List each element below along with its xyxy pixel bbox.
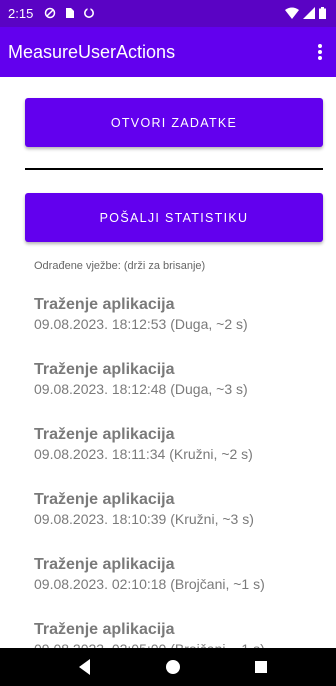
list-item[interactable]: Traženje aplikacija 09.08.2023. 18:12:53…: [34, 295, 324, 360]
list-item[interactable]: Traženje aplikacija 09.08.2023. 18:12:48…: [34, 360, 324, 425]
completed-exercises-hint: Odrađene vježbe: (drži za brisanje): [34, 260, 206, 272]
item-title: Traženje aplikacija: [34, 621, 175, 638]
open-tasks-button[interactable]: OTVORI ZADATKE: [25, 98, 323, 147]
sim-card-icon: [66, 8, 74, 18]
item-detail: 09.08.2023. 18:10:39 (Kružni, ~3 s): [34, 511, 254, 527]
app-bar: MeasureUserActions: [0, 27, 336, 77]
list-item[interactable]: Traženje aplikacija 09.08.2023. 18:10:39…: [34, 490, 324, 555]
item-detail: 09.08.2023. 18:11:34 (Kružni, ~2 s): [34, 446, 253, 462]
status-icons-right: [285, 6, 326, 20]
overflow-menu-button[interactable]: [308, 40, 332, 64]
item-title: Traženje aplikacija: [34, 361, 175, 378]
list-item[interactable]: Traženje aplikacija 09.08.2023. 02:10:18…: [34, 555, 324, 620]
status-time: 2:15: [8, 6, 34, 21]
item-title: Traženje aplikacija: [34, 296, 175, 313]
list-item[interactable]: Traženje aplikacija 09.08.2023. 18:11:34…: [34, 425, 324, 490]
item-detail: 09.08.2023. 18:12:48 (Duga, ~3 s): [34, 381, 248, 397]
recents-icon[interactable]: [251, 658, 271, 676]
item-title: Traženje aplikacija: [34, 491, 175, 508]
back-icon[interactable]: [75, 658, 95, 676]
wifi-icon: [285, 7, 299, 19]
divider: [25, 168, 323, 170]
status-bar: 2:15: [0, 0, 336, 27]
navigation-bar: [0, 648, 336, 686]
sync-icon: [84, 7, 94, 18]
item-detail: 09.08.2023. 18:12:53 (Duga, ~2 s): [34, 316, 248, 332]
status-icons-left: [44, 6, 95, 20]
app-title: MeasureUserActions: [8, 42, 176, 62]
signal-icon: [303, 7, 315, 19]
battery-icon: [319, 7, 326, 19]
do-not-disturb-icon: [44, 7, 56, 19]
item-title: Traženje aplikacija: [34, 556, 175, 573]
open-tasks-label: OTVORI ZADATKE: [110, 115, 238, 130]
home-icon[interactable]: [163, 658, 183, 676]
send-stats-button[interactable]: POŠALJI STATISTIKU: [25, 193, 323, 242]
item-detail: 09.08.2023. 02:10:18 (Brojčani, ~1 s): [34, 576, 265, 592]
send-stats-label: POŠALJI STATISTIKU: [99, 210, 249, 225]
item-title: Traženje aplikacija: [34, 426, 175, 443]
exercise-list: Traženje aplikacija 09.08.2023. 18:12:53…: [34, 295, 324, 685]
more-vert-icon: [318, 44, 322, 60]
